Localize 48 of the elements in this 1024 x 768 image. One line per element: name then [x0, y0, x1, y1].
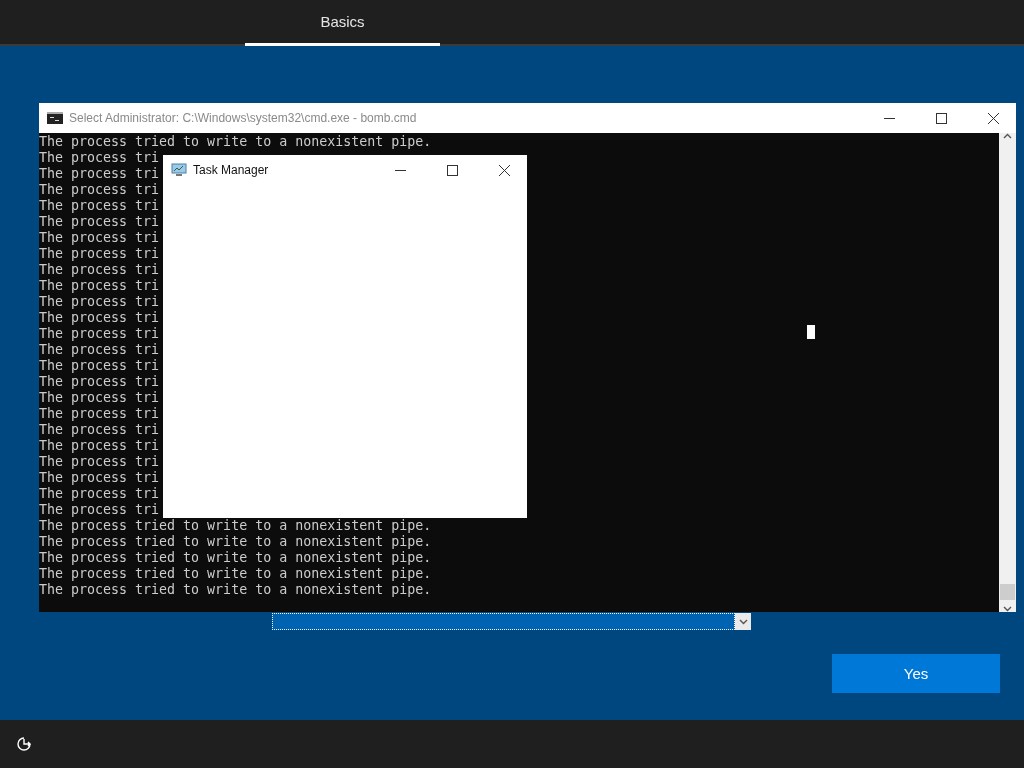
- console-line: The process tried to write to a nonexistent pipe.: [39, 550, 432, 566]
- console-line: The process tri: [39, 278, 160, 294]
- console-line: The process tried to write to a nonexistent pipe.: [39, 566, 432, 582]
- console-line: The process tri: [39, 470, 160, 486]
- console-icon: [47, 112, 63, 124]
- console-line: The process tri: [39, 262, 160, 278]
- console-line: The process tri: [39, 246, 160, 262]
- window-title: Task Manager: [193, 163, 270, 177]
- console-line: The process tri: [39, 454, 160, 470]
- console-line: The process tri: [39, 422, 160, 438]
- close-icon[interactable]: [498, 164, 510, 176]
- console-line: The process tri: [39, 390, 160, 406]
- text-cursor: [807, 325, 815, 339]
- console-line: The process tri: [39, 294, 160, 310]
- scroll-up-icon[interactable]: [1003, 133, 1012, 139]
- dropdown-field[interactable]: [272, 613, 735, 630]
- console-line: The process tri: [39, 486, 160, 502]
- close-icon[interactable]: [987, 112, 999, 124]
- console-line: The process tri: [39, 214, 160, 230]
- yes-button[interactable]: Yes: [832, 654, 1000, 693]
- console-line: The process tri: [39, 166, 160, 182]
- minimize-icon[interactable]: [394, 169, 406, 171]
- console-line: The process tri: [39, 438, 160, 454]
- console-line: The process tri: [39, 310, 160, 326]
- console-line: The process tried to write to a nonexistent pipe.: [39, 534, 432, 550]
- tab[interactable]: Basics: [245, 0, 440, 46]
- minimize-icon[interactable]: [883, 117, 895, 119]
- console-line: The process tried to write to a nonexistent pipe.: [39, 134, 432, 150]
- window-title: Select Administrator: C:\Windows\system32\cmd.exe - bomb.cmd: [69, 111, 418, 125]
- scroll-down-icon[interactable]: [1003, 606, 1012, 612]
- scroll-thumb[interactable]: [1000, 584, 1015, 600]
- console-line: The process tri: [39, 326, 160, 342]
- console-line: The process tri: [39, 230, 160, 246]
- console-line: The process tri: [39, 374, 160, 390]
- maximize-icon[interactable]: [446, 164, 458, 176]
- console-line: The process tri: [39, 150, 160, 166]
- console-line: The process tried to write to a nonexistent pipe.: [39, 518, 432, 534]
- console-line: The process tri: [39, 342, 160, 358]
- console-line: The process tri: [39, 182, 160, 198]
- dropdown-chevron-icon[interactable]: [738, 618, 748, 625]
- scrollbar[interactable]: [999, 133, 1016, 612]
- console-line: The process tri: [39, 358, 160, 374]
- maximize-icon[interactable]: [935, 112, 947, 124]
- console-line: The process tri: [39, 406, 160, 422]
- console-line: The process tri: [39, 502, 160, 518]
- monitor-icon: [171, 163, 187, 177]
- console-line: The process tried to write to a nonexistent pipe.: [39, 582, 432, 598]
- console-line: The process tri: [39, 198, 160, 214]
